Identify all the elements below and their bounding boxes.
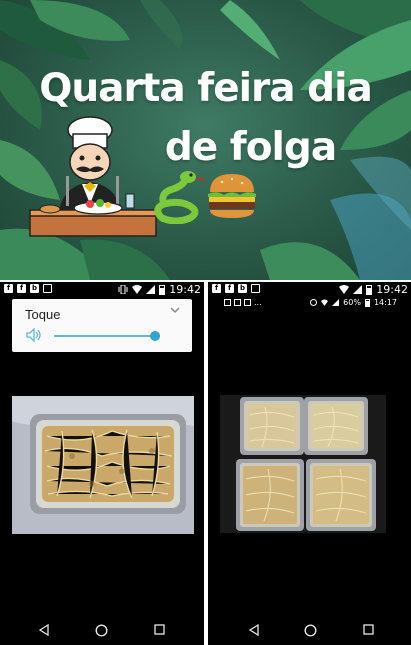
vibrate-icon [118, 285, 128, 294]
right-phone-screenshot: f f b 19:42 ... 60% 14:17 [208, 282, 411, 645]
chef-eating-icon [29, 116, 157, 237]
food-photo [12, 396, 194, 534]
bag-icon: b [238, 284, 247, 293]
battery-icon [366, 284, 373, 295]
status-time: 19:42 [376, 283, 408, 296]
volume-slider-thumb[interactable] [149, 331, 160, 341]
volume-slider-track[interactable] [54, 335, 160, 337]
home-icon[interactable] [95, 624, 108, 637]
embedded-status-time: 14:17 [373, 298, 397, 307]
food-photo [220, 395, 386, 533]
status-bar: f f b 19:42 [208, 282, 411, 297]
image-icon [43, 284, 52, 293]
more-notifications-text: ... [254, 298, 262, 307]
burger-icon [208, 174, 256, 218]
facebook-icon: f [17, 284, 26, 293]
facebook-icon: f [212, 284, 221, 293]
image-icon [224, 299, 231, 306]
navigation-bar [208, 615, 411, 645]
battery-icon [364, 298, 370, 307]
recents-icon[interactable] [363, 624, 374, 635]
back-icon[interactable] [248, 624, 260, 636]
status-right: 19:42 [339, 283, 408, 296]
recents-icon[interactable] [154, 624, 165, 635]
bag-icon [244, 299, 251, 306]
snake-icon [154, 171, 205, 224]
chevron-down-icon[interactable] [169, 305, 181, 315]
embedded-status-bar: ... 60% 14:17 [208, 297, 411, 309]
signal-icon [353, 285, 363, 294]
image-icon [234, 299, 241, 306]
battery-percent: 60% [343, 298, 361, 307]
speaker-icon[interactable] [26, 328, 42, 342]
navigation-bar [0, 615, 204, 645]
embedded-status-right: 60% 14:17 [310, 298, 397, 307]
wifi-icon [339, 285, 350, 294]
volume-dialog[interactable]: Toque [12, 299, 192, 352]
home-icon[interactable] [304, 624, 317, 637]
image-icon [251, 284, 260, 293]
back-icon[interactable] [38, 624, 50, 636]
left-phone-screenshot: f f b 19:42 Toque [0, 282, 204, 645]
wifi-icon [132, 285, 143, 294]
battery-icon [159, 284, 166, 295]
embedded-notification-icons: ... [224, 298, 262, 307]
signal-icon [146, 285, 156, 294]
status-bar: f f b 19:42 [0, 282, 204, 297]
facebook-icon: f [225, 284, 234, 293]
wifi-icon [321, 299, 329, 306]
bag-icon: b [30, 284, 39, 293]
banner-title-line1: Quarta feira dia [39, 66, 373, 111]
notification-icons: f f b [4, 284, 52, 293]
promo-banner: Quarta feira dia de folga [0, 0, 411, 280]
notification-icons: f f b [212, 284, 260, 293]
status-right: 19:42 [118, 283, 201, 296]
facebook-icon: f [4, 284, 13, 293]
status-time: 19:42 [169, 283, 201, 296]
volume-stream-label: Toque [25, 307, 61, 322]
signal-icon [332, 299, 340, 306]
alarm-icon [310, 299, 318, 306]
